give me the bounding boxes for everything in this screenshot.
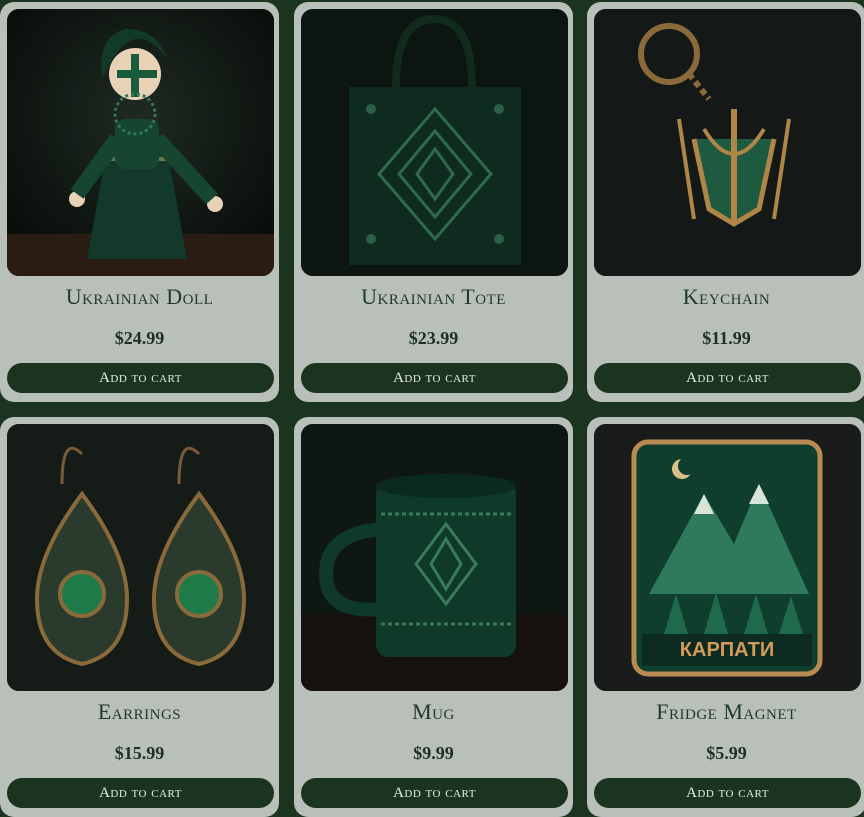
add-to-cart-button[interactable]: Add to cart — [594, 363, 861, 393]
product-image-tote[interactable] — [301, 9, 568, 276]
product-title[interactable]: Earrings — [0, 699, 279, 725]
product-title[interactable]: Keychain — [587, 284, 864, 310]
product-image-keychain[interactable] — [594, 9, 861, 276]
product-price: $5.99 — [706, 743, 747, 763]
product-card: Keychain $11.99 Add to cart — [587, 2, 864, 402]
add-to-cart-button[interactable]: Add to cart — [7, 363, 274, 393]
product-image-doll[interactable] — [7, 9, 274, 276]
product-title[interactable]: Ukrainian Doll — [0, 284, 279, 310]
product-card: КАРПАТИ Fridge Magnet $5.99 Add to cart — [587, 417, 864, 817]
magnet-text: КАРПАТИ — [680, 639, 774, 661]
product-card: Ukrainian Tote $23.99 Add to cart — [294, 2, 573, 402]
product-price: $24.99 — [114, 328, 165, 348]
add-to-cart-button[interactable]: Add to cart — [7, 778, 274, 808]
product-image-mug[interactable] — [301, 424, 568, 691]
product-card: Ukrainian Doll $24.99 Add to cart — [0, 2, 279, 402]
product-price: $23.99 — [408, 328, 459, 348]
product-card: Mug $9.99 Add to cart — [294, 417, 573, 817]
add-to-cart-button[interactable]: Add to cart — [301, 363, 568, 393]
product-image-earrings[interactable] — [7, 424, 274, 691]
product-price: $11.99 — [702, 328, 751, 348]
add-to-cart-button[interactable]: Add to cart — [301, 778, 568, 808]
product-price: $15.99 — [114, 743, 165, 763]
product-image-magnet[interactable]: КАРПАТИ — [594, 424, 861, 691]
product-title[interactable]: Ukrainian Tote — [294, 284, 573, 310]
product-title[interactable]: Mug — [294, 699, 573, 725]
add-to-cart-button[interactable]: Add to cart — [594, 778, 861, 808]
product-price: $9.99 — [413, 743, 454, 763]
product-grid: Ukrainian Doll $24.99 Add to cart Ukrain… — [0, 0, 864, 817]
product-title[interactable]: Fridge Magnet — [587, 699, 864, 725]
product-card: Earrings $15.99 Add to cart — [0, 417, 279, 817]
